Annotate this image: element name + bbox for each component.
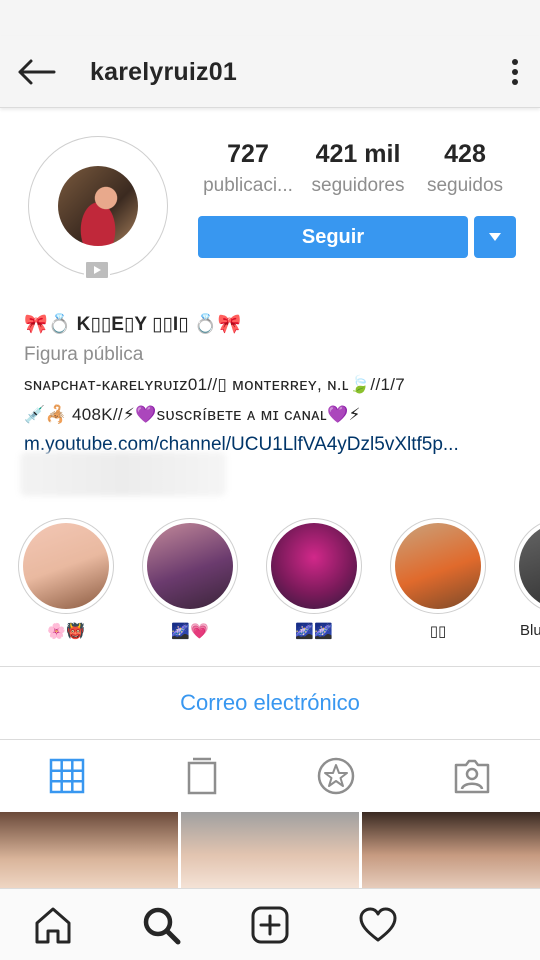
play-icon xyxy=(94,266,101,274)
highlight-label: 🌌🌌 xyxy=(295,623,333,640)
more-options-button[interactable] xyxy=(504,56,526,88)
post-thumbnail[interactable] xyxy=(0,812,178,890)
tab-igtv[interactable] xyxy=(182,756,222,796)
highlight-ring xyxy=(18,518,114,614)
more-vertical-icon xyxy=(512,59,518,85)
caret-down-icon xyxy=(489,233,501,241)
bottom-navigation xyxy=(0,888,540,960)
highlight-ring xyxy=(514,518,540,614)
highlight-ring xyxy=(390,518,486,614)
post-thumbnail[interactable] xyxy=(362,812,540,890)
add-post-icon xyxy=(251,906,289,944)
posts-count[interactable]: 727 publicaci... xyxy=(196,140,300,197)
profile-avatar-ring[interactable] xyxy=(28,136,168,276)
redacted-bio-line xyxy=(20,452,226,496)
avatar[interactable] xyxy=(58,166,138,246)
nav-new-post-button[interactable] xyxy=(248,903,292,947)
bio-text-line-2: 💉🦂 408K//⚡💜ѕᴜѕᴄʀíʙᴇᴛᴇ ᴀ ᴍɪ ᴄᴀɴᴀʟ💜⚡ xyxy=(24,405,361,424)
bio-text-line-1: ѕɴᴀᴘᴄʜᴀᴛ-ᴋᴀʀᴇʟʏʀᴜɪᴢ01//▯ ᴍᴏɴᴛᴇʀʀᴇʏ, ɴ.ʟ🍃… xyxy=(24,375,405,394)
posts-label: publicaci... xyxy=(203,175,293,196)
highlight-ring xyxy=(142,518,238,614)
highlight-cover xyxy=(23,523,109,609)
following-value: 428 xyxy=(444,140,486,168)
highlight-label: 🌸👹 xyxy=(47,623,85,640)
grid-icon xyxy=(49,758,85,794)
profile-username: karelyruiz01 xyxy=(90,58,237,86)
tagged-person-icon xyxy=(454,759,490,794)
highlight-cover xyxy=(271,523,357,609)
following-label: seguidos xyxy=(426,175,504,196)
highlight-cover xyxy=(519,523,540,609)
highlight-item[interactable]: Blu xyxy=(514,518,540,642)
highlight-item[interactable]: 🌌🌌 xyxy=(266,518,362,642)
profile-bio: 🎀💍 K▯▯E▯Y ▯▯I▯ 💍🎀 Figura pública ѕɴᴀᴘᴄʜᴀ… xyxy=(24,310,524,460)
tab-tagged[interactable] xyxy=(452,756,492,796)
profile-tabs xyxy=(0,740,540,812)
posts-value: 727 xyxy=(227,140,269,168)
highlight-item[interactable]: 🌸👹 xyxy=(18,518,114,642)
tab-grid[interactable] xyxy=(47,756,87,796)
highlight-item[interactable]: 🌌💗 xyxy=(142,518,238,642)
heart-icon xyxy=(359,907,397,942)
nav-home-button[interactable] xyxy=(31,903,75,947)
highlight-item[interactable]: ▯▯ xyxy=(390,518,486,642)
bio-display-name: 🎀💍 K▯▯E▯Y ▯▯I▯ 💍🎀 xyxy=(24,314,242,335)
igtv-icon xyxy=(187,757,217,795)
home-icon xyxy=(35,907,71,944)
status-bar xyxy=(0,0,540,36)
bio-category: Figura pública xyxy=(24,344,144,365)
arrow-left-icon xyxy=(18,59,56,85)
back-button[interactable] xyxy=(12,54,60,90)
followers-value: 421 mil xyxy=(315,140,401,168)
highlight-cover xyxy=(147,523,233,609)
profile-stats: 727 publicaci... 421 mil seguidores 428 … xyxy=(196,140,512,206)
followers-count[interactable]: 421 mil seguidores xyxy=(306,140,410,197)
nav-search-button[interactable] xyxy=(139,903,183,947)
igtv-badge xyxy=(84,260,110,280)
highlight-label: 🌌💗 xyxy=(171,623,209,640)
nav-activity-button[interactable] xyxy=(356,903,400,947)
followers-label: seguidores xyxy=(311,175,405,196)
follow-button[interactable]: Seguir xyxy=(198,216,468,258)
highlight-label: Blu xyxy=(520,622,540,639)
highlight-label: ▯▯ xyxy=(429,623,447,640)
highlight-cover xyxy=(395,523,481,609)
search-icon xyxy=(143,907,181,945)
star-circle-icon xyxy=(317,757,355,795)
following-count[interactable]: 428 seguidos xyxy=(418,140,512,197)
app-bar: karelyruiz01 xyxy=(0,36,540,108)
story-highlights: 🌸👹 🌌💗 🌌🌌 ▯▯ Blu xyxy=(0,518,540,648)
highlight-ring xyxy=(266,518,362,614)
posts-grid xyxy=(0,812,540,890)
email-button[interactable]: Correo electrónico xyxy=(0,667,540,739)
tab-featured[interactable] xyxy=(316,756,356,796)
post-thumbnail[interactable] xyxy=(181,812,359,890)
follow-dropdown-button[interactable] xyxy=(474,216,516,258)
